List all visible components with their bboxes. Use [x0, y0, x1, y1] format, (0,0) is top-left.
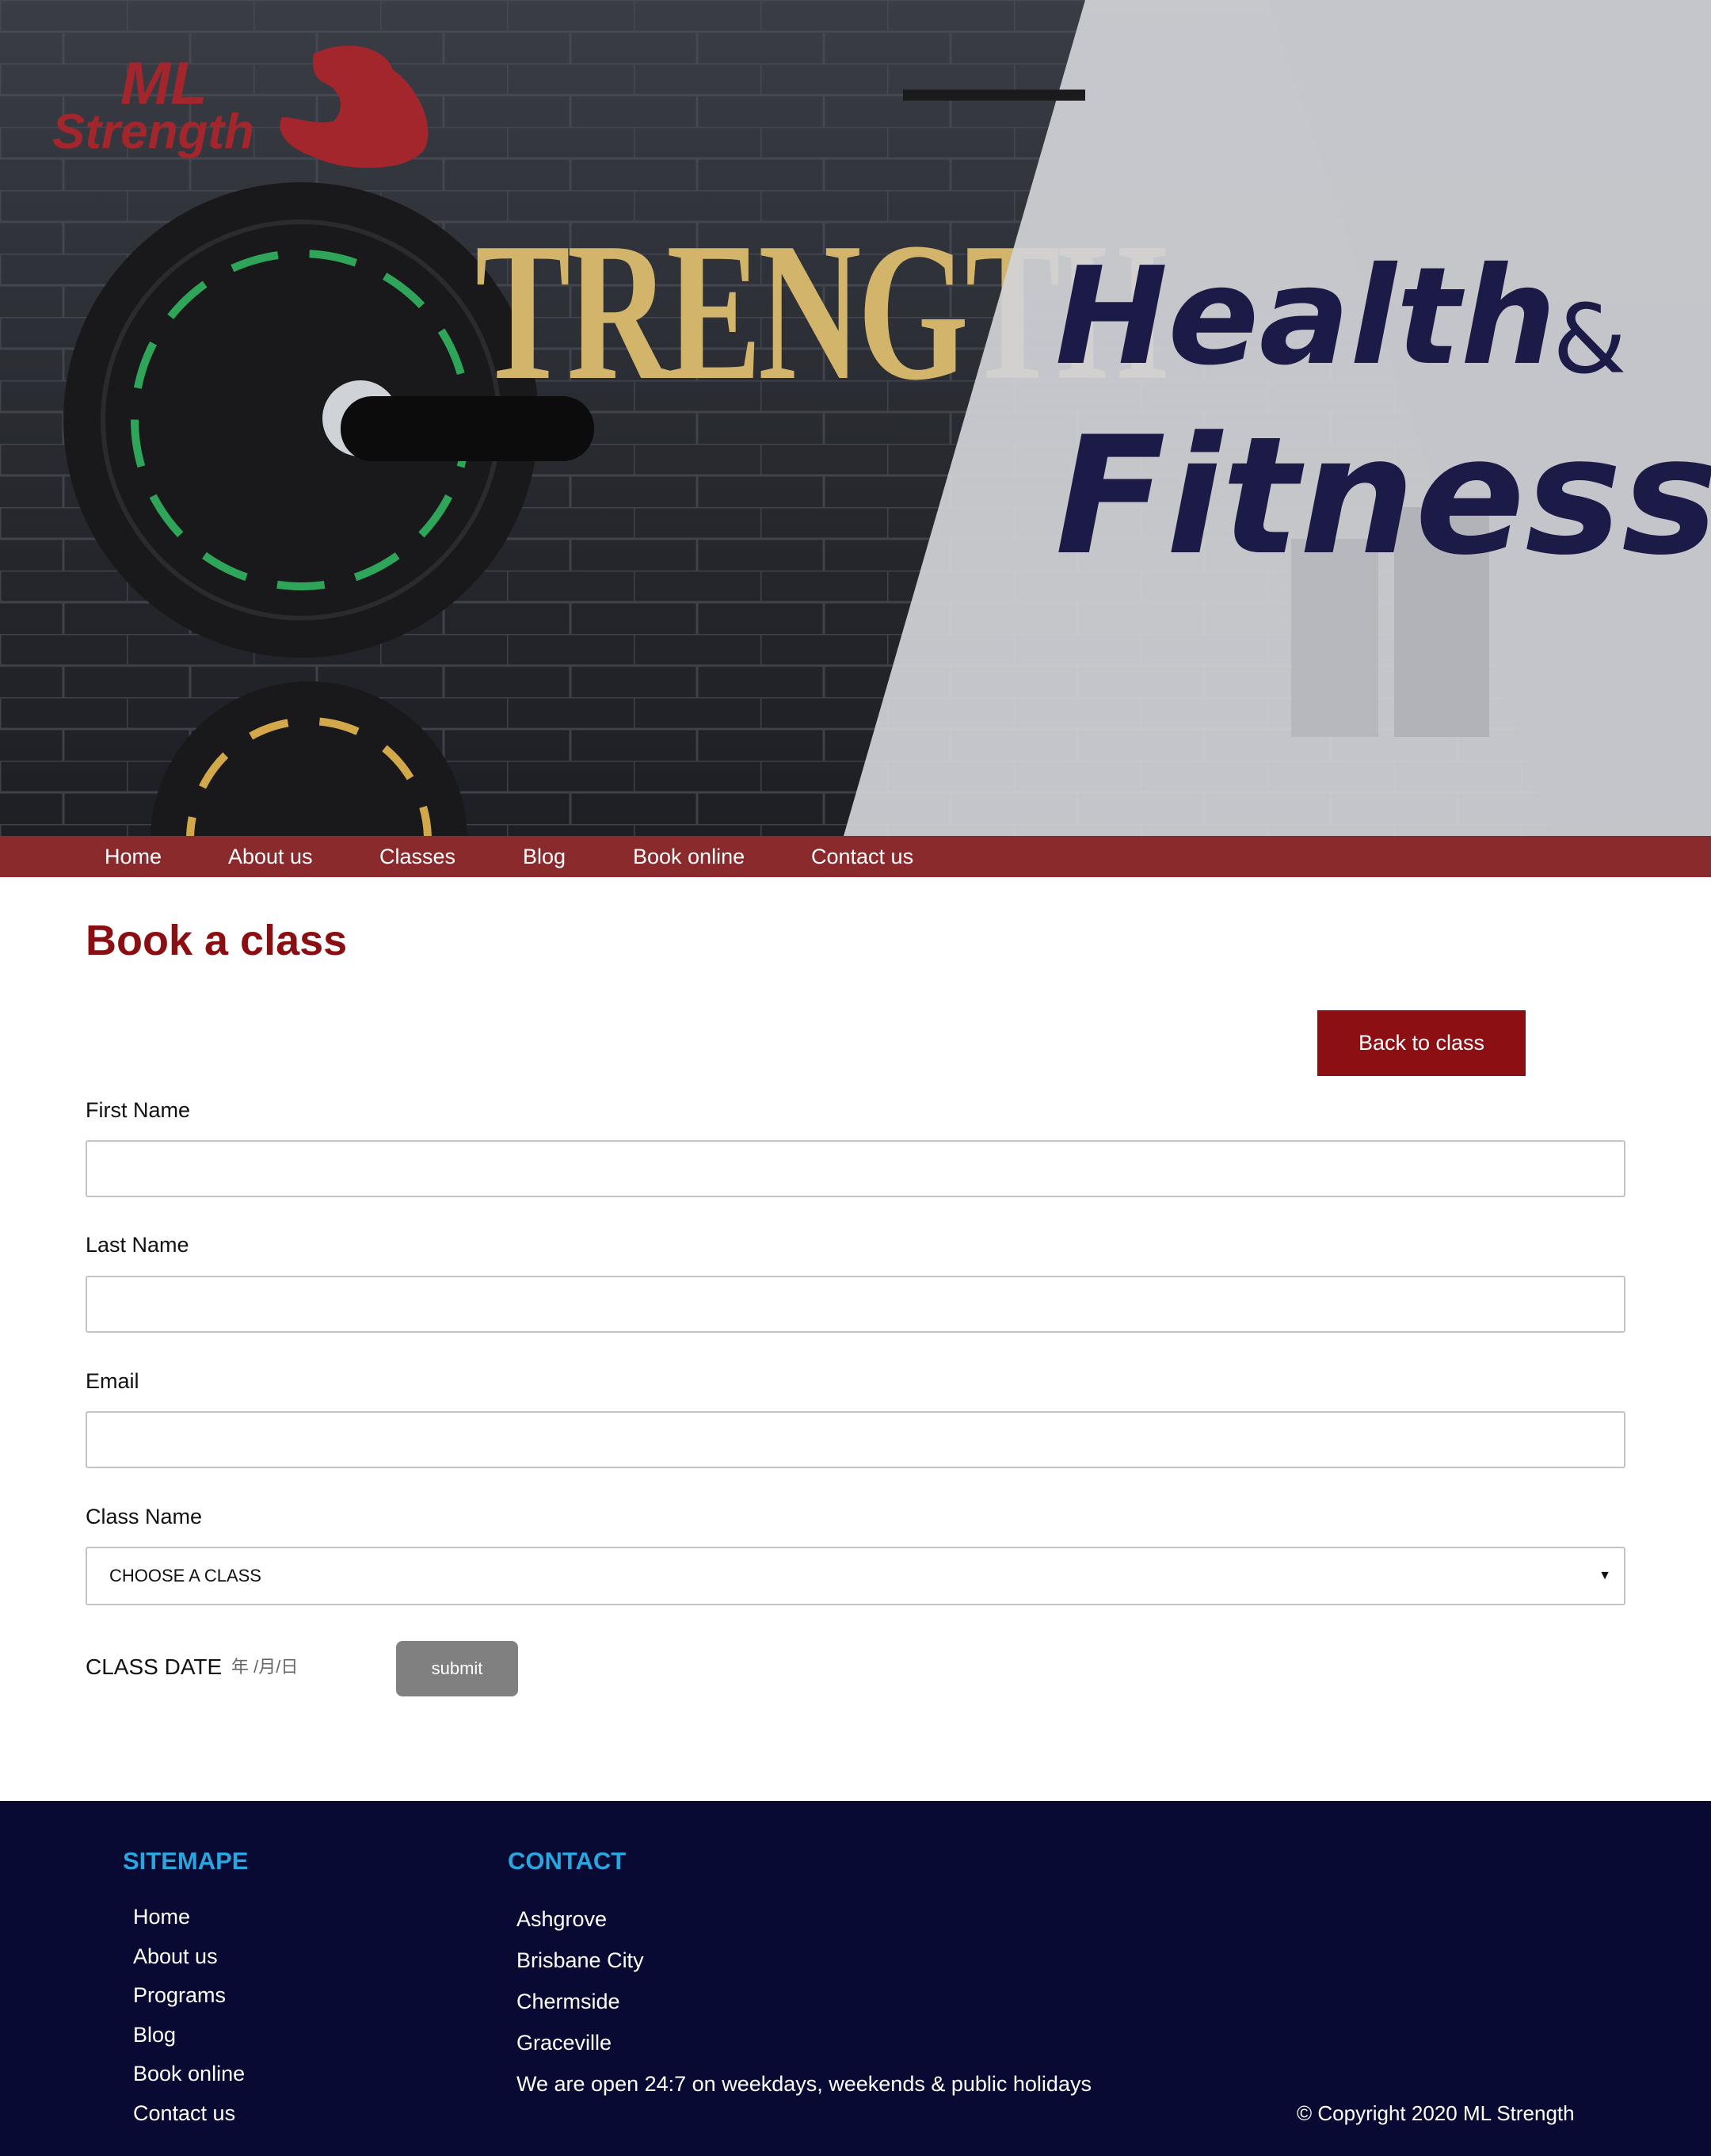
- email-input[interactable]: [86, 1411, 1625, 1468]
- footer-link-about-us[interactable]: About us: [133, 1946, 218, 1967]
- footer-location-ashgrove: Ashgrove: [516, 1907, 608, 1931]
- class-name-select[interactable]: CHOOSE A CLASS ▼: [86, 1547, 1625, 1605]
- footer-link-contact-us[interactable]: Contact us: [133, 2103, 235, 2124]
- hero-title-fitness: Fitness: [1055, 403, 1711, 591]
- footer-link-book-online[interactable]: Book online: [133, 2063, 245, 2085]
- class-date-label: CLASS DATE: [86, 1654, 223, 1679]
- hero-title-ampersand: &: [1553, 285, 1627, 395]
- back-to-class-button[interactable]: Back to class: [1317, 1010, 1526, 1076]
- page-title: Book a class: [86, 917, 348, 964]
- submit-button[interactable]: submit: [396, 1641, 518, 1696]
- nav-classes[interactable]: Classes: [379, 836, 455, 877]
- main-navigation: Home About us Classes Blog Book online C…: [0, 836, 1711, 877]
- footer-opening-hours: We are open 24:7 on weekdays, weekends &…: [516, 2072, 1092, 2096]
- flexed-arm-icon: [280, 45, 429, 168]
- nav-contact-us[interactable]: Contact us: [811, 836, 913, 877]
- nav-blog[interactable]: Blog: [523, 836, 566, 877]
- first-name-input[interactable]: [86, 1140, 1625, 1197]
- footer-link-blog[interactable]: Blog: [133, 2024, 176, 2046]
- footer-contact-heading: CONTACT: [508, 1847, 627, 1875]
- last-name-label: Last Name: [86, 1233, 189, 1257]
- hero-title-health: Health: [1055, 238, 1557, 395]
- dropdown-triangle-icon: ▼: [1599, 1569, 1611, 1582]
- class-name-selected-value: CHOOSE A CLASS: [109, 1566, 261, 1586]
- first-name-label: First Name: [86, 1098, 191, 1122]
- site-logo[interactable]: ML Strength: [52, 38, 429, 173]
- nav-about-us[interactable]: About us: [228, 836, 313, 877]
- nav-home[interactable]: Home: [105, 836, 162, 877]
- nav-book-online[interactable]: Book online: [633, 836, 745, 877]
- footer-link-programs[interactable]: Programs: [133, 1985, 226, 2006]
- hero-banner: TRENGTH Health & Fitness ML Strength: [0, 0, 1711, 836]
- footer-sitemap-heading: SITEMAPE: [123, 1847, 249, 1875]
- footer-location-brisbane-city: Brisbane City: [516, 1948, 644, 1972]
- class-name-label: Class Name: [86, 1505, 203, 1528]
- footer-copyright: © Copyright 2020 ML Strength: [1297, 2101, 1575, 2125]
- email-label: Email: [86, 1369, 139, 1393]
- footer-location-graceville: Graceville: [516, 2031, 612, 2055]
- class-date-input[interactable]: 年 /月/日: [231, 1658, 298, 1676]
- footer-link-home[interactable]: Home: [133, 1906, 190, 1928]
- logo-text-strength: Strength: [52, 105, 254, 159]
- last-name-input[interactable]: [86, 1276, 1625, 1333]
- footer-location-chermside: Chermside: [516, 1990, 620, 2013]
